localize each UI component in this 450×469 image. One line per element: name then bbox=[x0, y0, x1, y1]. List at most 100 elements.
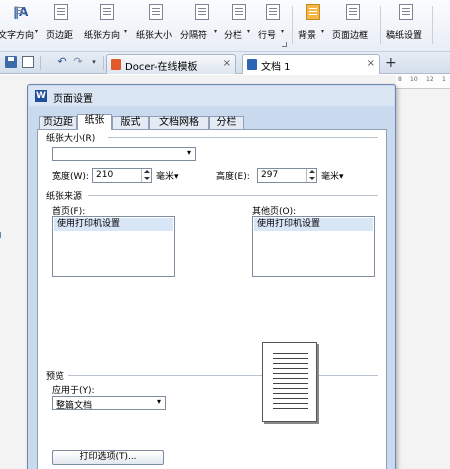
page-borders-icon bbox=[346, 4, 360, 20]
width-input[interactable]: 210 bbox=[92, 168, 152, 183]
new-tab-button[interactable]: + bbox=[385, 55, 397, 71]
close-icon[interactable]: × bbox=[223, 58, 231, 69]
grid-paper-button[interactable]: 稿纸设置 bbox=[386, 4, 426, 44]
preview-section-label: 预览 bbox=[46, 372, 65, 382]
height-input[interactable]: 297 bbox=[257, 168, 317, 183]
preview-line bbox=[273, 403, 308, 404]
columns-label: 分栏 bbox=[224, 31, 243, 41]
docer-icon bbox=[111, 59, 121, 70]
grid-paper-label: 稿纸设置 bbox=[386, 31, 423, 41]
breaks-label: 分隔符 bbox=[180, 31, 208, 41]
grid-paper-icon bbox=[399, 4, 413, 20]
paper-source-section-label: 纸张来源 bbox=[46, 192, 83, 202]
chevron-down-icon: ▾ bbox=[186, 148, 191, 157]
tab-layout[interactable]: 版式 bbox=[112, 116, 149, 129]
ribbon-separator bbox=[432, 6, 433, 44]
paper-size-section-label: 纸张大小(R) bbox=[46, 134, 96, 144]
preview-line bbox=[273, 358, 308, 359]
quick-access-dropdown-icon[interactable]: ▾ bbox=[88, 56, 100, 68]
dialog-title-bar[interactable]: W 页面设置 bbox=[29, 86, 394, 106]
tab-margins[interactable]: 页边距 bbox=[39, 116, 77, 129]
list-item[interactable]: 使用打印机设置 bbox=[254, 218, 373, 231]
preview-line bbox=[273, 368, 308, 369]
tab-document-grid[interactable]: 文档网格 bbox=[149, 116, 209, 129]
wps-writer-icon: W bbox=[35, 90, 47, 102]
dialog-launcher-icon[interactable] bbox=[282, 42, 287, 47]
redo-icon[interactable]: ↷ bbox=[72, 56, 84, 68]
height-unit-select[interactable]: 毫米▾ bbox=[321, 169, 344, 182]
margins-label: 页边距 bbox=[46, 31, 74, 41]
paper-size-icon bbox=[149, 4, 163, 20]
height-label: 高度(E): bbox=[216, 172, 250, 182]
section-divider bbox=[108, 137, 378, 138]
margins-button[interactable]: 页边距 bbox=[46, 4, 76, 44]
dropdown-arrow-icon: ▾ bbox=[214, 28, 218, 35]
dropdown-arrow-icon: ▾ bbox=[124, 28, 128, 35]
orientation-button[interactable]: 纸张方向 ▾ bbox=[84, 4, 130, 44]
undo-icon[interactable]: ↶ bbox=[56, 56, 68, 68]
height-unit: 毫米 bbox=[321, 172, 340, 182]
page-setup-dialog: W 页面设置 页边距 纸张 版式 文档网格 分栏 纸张大小(R) ▾ 宽度(W)… bbox=[27, 84, 396, 469]
ribbon-toolbar: ‖A 文字方向 ▾ 页边距 纸张方向 ▾ 纸张大小 分隔符 ▾ 分栏 ▾ 行号 ▾ 背景 ▾… bbox=[0, 0, 450, 52]
paper-size-button[interactable]: 纸张大小 bbox=[136, 4, 176, 44]
line-numbers-label: 行号 bbox=[258, 31, 277, 41]
background-icon bbox=[306, 4, 320, 20]
first-page-list[interactable]: 使用打印机设置 bbox=[52, 216, 175, 277]
line-numbers-button[interactable]: 行号 ▾ bbox=[258, 4, 288, 44]
width-unit-select[interactable]: 毫米▾ bbox=[156, 169, 179, 182]
width-spin-buttons[interactable] bbox=[141, 169, 151, 182]
preview-line bbox=[273, 378, 308, 379]
tab-label: 文档 1 bbox=[261, 62, 291, 73]
preview-line bbox=[273, 393, 308, 394]
document-tabs-bar: ↶ ↷ ▾ Docer-在线模板 × 文档 1 × bbox=[0, 52, 450, 74]
document-icon bbox=[247, 59, 257, 70]
line-numbers-icon bbox=[266, 4, 280, 20]
section-divider bbox=[68, 375, 378, 376]
height-spin-buttons[interactable] bbox=[306, 169, 316, 182]
columns-icon bbox=[232, 4, 246, 20]
tab-document-1[interactable]: 文档 1 × bbox=[242, 54, 380, 74]
save-icon[interactable] bbox=[5, 56, 17, 68]
background-button[interactable]: 背景 ▾ bbox=[298, 4, 328, 44]
text-direction-button[interactable]: ‖A 文字方向 ▾ bbox=[0, 4, 42, 44]
apply-to-label: 应用于(Y): bbox=[52, 386, 95, 396]
ruler: 8 10 12 1 bbox=[396, 75, 450, 89]
print-icon[interactable] bbox=[22, 56, 34, 68]
dropdown-arrow-icon: ▾ bbox=[321, 28, 325, 35]
dropdown-arrow-icon: ▾ bbox=[281, 28, 285, 35]
dropdown-arrow-icon: ▾ bbox=[247, 28, 251, 35]
toolbar-separator bbox=[40, 56, 41, 70]
other-pages-list[interactable]: 使用打印机设置 bbox=[252, 216, 375, 277]
page-borders-button[interactable]: 页面边框 bbox=[332, 4, 374, 44]
close-icon[interactable]: × bbox=[367, 58, 375, 69]
margins-icon bbox=[54, 4, 68, 20]
apply-to-select[interactable]: 整篇文档 ▾ bbox=[52, 396, 166, 411]
preview-line bbox=[273, 383, 308, 384]
background-label: 背景 bbox=[298, 31, 317, 41]
paper-size-select[interactable]: ▾ bbox=[52, 147, 196, 161]
tab-label: Docer-在线模板 bbox=[125, 62, 198, 73]
text-direction-label: 文字方向 bbox=[0, 31, 35, 41]
breaks-button[interactable]: 分隔符 ▾ bbox=[180, 4, 224, 44]
text-direction-icon: ‖A bbox=[13, 5, 29, 19]
preview-line bbox=[273, 408, 308, 409]
columns-button[interactable]: 分栏 ▾ bbox=[224, 4, 254, 44]
ruler-number: 10 bbox=[410, 76, 418, 83]
preview-line bbox=[273, 363, 308, 364]
ribbon-separator bbox=[380, 6, 381, 44]
page-preview bbox=[262, 342, 317, 422]
width-label: 宽度(W): bbox=[52, 172, 89, 182]
print-options-button[interactable]: 打印选项(T)... bbox=[52, 450, 164, 465]
preview-line bbox=[273, 373, 308, 374]
margin-marker bbox=[0, 232, 4, 238]
tab-docer-templates[interactable]: Docer-在线模板 × bbox=[106, 54, 236, 74]
tab-paper[interactable]: 纸张 bbox=[77, 114, 112, 130]
list-item[interactable]: 使用打印机设置 bbox=[54, 218, 173, 231]
ribbon-separator bbox=[292, 6, 293, 44]
ruler-number: 8 bbox=[398, 76, 402, 83]
apply-to-value: 整篇文档 bbox=[56, 401, 93, 411]
preview-line bbox=[273, 398, 308, 399]
preview-line bbox=[273, 388, 308, 389]
height-value: 297 bbox=[261, 170, 279, 180]
tab-columns[interactable]: 分栏 bbox=[209, 116, 244, 129]
